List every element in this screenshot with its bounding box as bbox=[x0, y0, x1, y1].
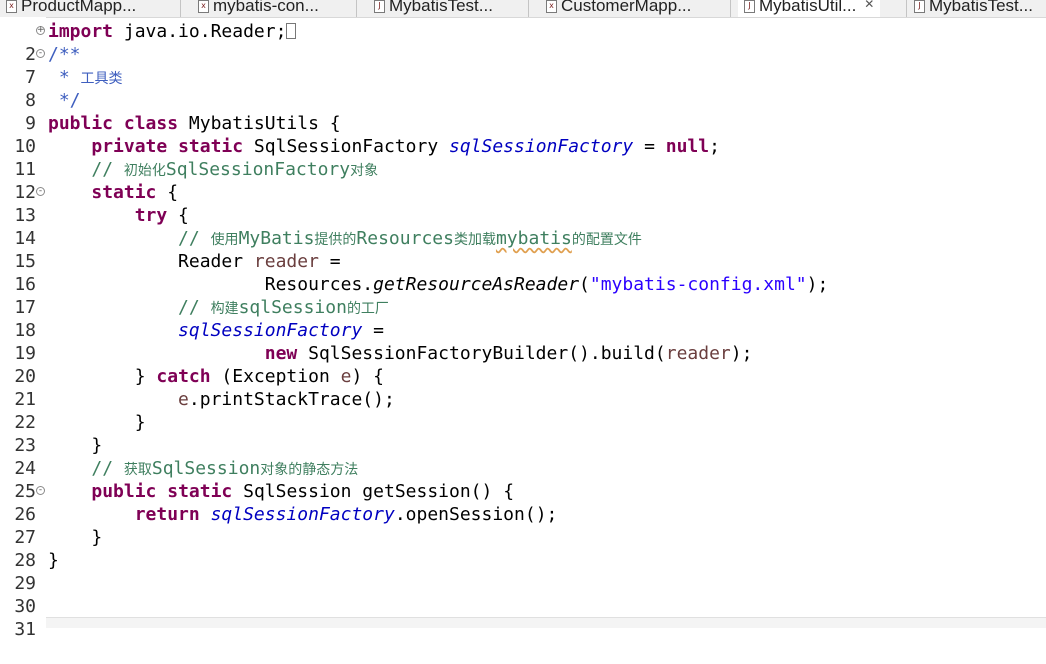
code-line: 29 } bbox=[0, 549, 1046, 594]
code-line: 15 // 使用MyBatis提供的Resources类加载mybatis的配置… bbox=[0, 227, 1046, 272]
code-line: 20 new SqlSessionFactoryBuilder().build(… bbox=[0, 342, 1046, 387]
code-line: 19 sqlSessionFactory = bbox=[0, 319, 1046, 364]
tab-separator bbox=[180, 0, 181, 17]
code-line: 2 + import java.io.Reader; bbox=[0, 20, 1046, 65]
tab-separator bbox=[906, 0, 907, 17]
code-line: 11 private static SqlSessionFactory sqlS… bbox=[0, 135, 1046, 180]
code-line: 21 } catch (Exception e) { bbox=[0, 365, 1046, 410]
tab-separator bbox=[730, 0, 731, 17]
expand-fold-icon[interactable]: + bbox=[36, 26, 45, 35]
tab-customermapper[interactable]: x CustomerMapp... bbox=[546, 0, 691, 17]
code-line: 26 - public static SqlSession getSession… bbox=[0, 480, 1046, 525]
tab-mybatisutils[interactable]: J MybatisUtil... ✕ bbox=[738, 0, 881, 17]
code-line: 18 // 构建sqlSession的工厂 bbox=[0, 296, 1046, 341]
code-line: 8 * 工具类 bbox=[0, 66, 1046, 111]
code-line: 22 e.printStackTrace(); bbox=[0, 388, 1046, 433]
collapsed-imports-marker[interactable] bbox=[286, 23, 297, 39]
collapse-fold-icon[interactable]: - bbox=[36, 486, 45, 495]
java-file-icon: J bbox=[374, 0, 385, 13]
horizontal-scrollbar[interactable] bbox=[46, 617, 1046, 628]
tab-separator bbox=[528, 0, 529, 17]
tab-mybatistest-2[interactable]: J MybatisTest... bbox=[914, 0, 1033, 17]
java-file-icon: J bbox=[914, 0, 925, 13]
close-tab-icon[interactable]: ✕ bbox=[864, 0, 874, 13]
line-number: 31 bbox=[14, 619, 36, 640]
code-line: 23 } bbox=[0, 411, 1046, 456]
editor-tab-bar: x ProductMapp... x mybatis-con... J Myba… bbox=[0, 0, 1046, 18]
code-line: 28 } bbox=[0, 526, 1046, 571]
tab-productmapper[interactable]: x ProductMapp... bbox=[6, 0, 136, 17]
code-line: 9 */ bbox=[0, 89, 1046, 134]
tab-mybatis-config[interactable]: x mybatis-con... bbox=[198, 0, 319, 17]
java-file-icon: J bbox=[744, 0, 755, 13]
keyword: import bbox=[48, 21, 114, 42]
code-line: 31 bbox=[0, 595, 1046, 640]
code-line: 24 } bbox=[0, 434, 1046, 479]
xml-file-icon: x bbox=[546, 0, 557, 13]
code-line: 16 Reader reader = bbox=[0, 250, 1046, 295]
xml-file-icon: x bbox=[198, 0, 209, 13]
collapse-fold-icon[interactable]: - bbox=[36, 49, 45, 58]
xml-file-icon: x bbox=[6, 0, 17, 13]
code-line: 12 // 初始化SqlSessionFactory对象 bbox=[0, 158, 1046, 203]
tab-mybatistest-1[interactable]: J MybatisTest... bbox=[374, 0, 493, 17]
code-line: 17 Resources.getResourceAsReader("mybati… bbox=[0, 273, 1046, 318]
spelling-warning: mybatis bbox=[495, 228, 572, 249]
tab-separator bbox=[356, 0, 357, 17]
collapse-fold-icon[interactable]: - bbox=[36, 187, 45, 196]
code-line: 25 // 获取SqlSession对象的静态方法 bbox=[0, 457, 1046, 502]
code-line: 30 bbox=[0, 572, 1046, 617]
code-line: 13 - static { bbox=[0, 181, 1046, 226]
code-line: 14 try { bbox=[0, 204, 1046, 249]
code-line: 27 return sqlSessionFactory.openSession(… bbox=[0, 503, 1046, 548]
code-line: 7 - /** bbox=[0, 43, 1046, 88]
code-line: 10 public class MybatisUtils { bbox=[0, 112, 1046, 157]
